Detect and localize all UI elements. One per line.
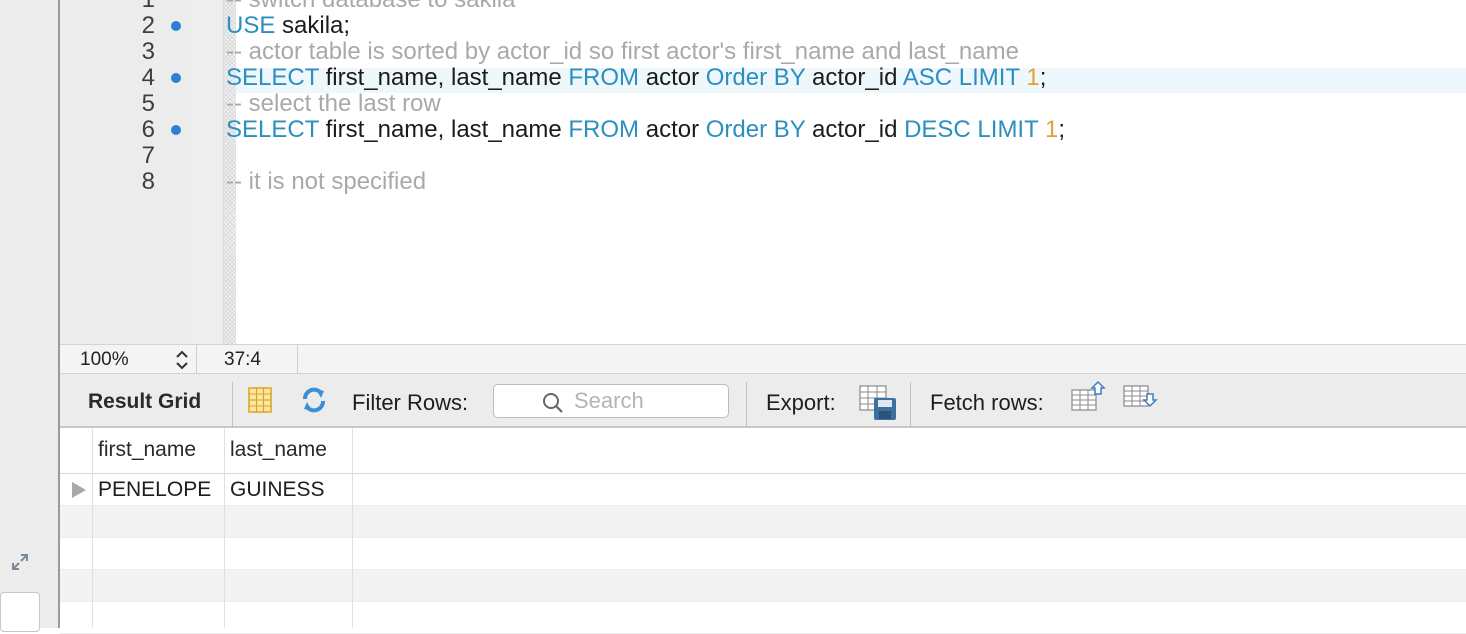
code-token-keyword: Order BY — [705, 116, 806, 143]
empty-row — [60, 602, 1466, 634]
export-label: Export: — [766, 390, 836, 415]
left-sidebar-strip — [0, 0, 60, 632]
line-number: 3 — [141, 38, 155, 65]
refresh-icon[interactable] — [298, 384, 330, 416]
editor-line[interactable]: 7 — [60, 143, 1466, 169]
editor-line[interactable]: 3 -- actor table is sorted by actor_id so… — [60, 39, 1466, 65]
code-text: -- actor table is sorted by actor_id so … — [226, 39, 1019, 65]
code-text: SELECT first_name, last_name FROM actor … — [226, 117, 1065, 143]
code-token-keyword: FROM — [568, 64, 640, 91]
code-token-keyword: Order BY — [705, 64, 806, 91]
editor-line[interactable]: 6 SELECT first_name, last_name FROM actor… — [60, 117, 1466, 143]
column-divider — [224, 428, 225, 628]
search-icon — [543, 393, 563, 413]
code-text: SELECT first_name, last_name FROM actor … — [226, 65, 1046, 91]
empty-row — [60, 538, 1466, 570]
status-divider — [196, 345, 197, 375]
line-number: 6 — [141, 116, 155, 143]
column-divider — [352, 428, 353, 628]
code-token-plain: actor_id — [805, 116, 905, 143]
grid-header: first_name last_name — [60, 428, 1466, 474]
statement-marker-icon[interactable] — [171, 125, 181, 135]
line-number: 4 — [141, 64, 155, 91]
code-token-number: 1 — [1026, 64, 1040, 91]
code-token-keyword: USE — [226, 12, 276, 39]
line-number: 7 — [141, 142, 155, 169]
code-token-plain: first_name, last_name — [318, 64, 569, 91]
result-toolbar: Result Grid Filter Rows: Export: Fetc — [60, 374, 1466, 428]
filter-search-input[interactable] — [574, 389, 724, 413]
code-token-keyword: FROM — [568, 116, 640, 143]
filter-search-box[interactable] — [493, 384, 729, 418]
code-token-comment: -- select the last row — [226, 90, 441, 117]
status-divider — [297, 345, 298, 375]
code-token-plain: ; — [1039, 64, 1047, 91]
filter-rows-label: Filter Rows: — [352, 390, 469, 415]
export-save-icon[interactable] — [858, 382, 898, 422]
line-number: 2 — [141, 12, 155, 39]
toolbar-divider — [232, 382, 233, 428]
code-token-plain: actor — [639, 64, 706, 91]
zoom-level[interactable]: 100% — [80, 349, 129, 371]
code-token-keyword: ASC LIMIT — [902, 64, 1020, 91]
code-token-comment: -- it is not specified — [226, 168, 427, 195]
code-token-plain: actor_id — [805, 64, 903, 91]
code-token-comment: -- actor table is sorted by actor_id so … — [226, 38, 1019, 65]
column-divider — [92, 428, 93, 628]
sidebar-panel-tab[interactable] — [0, 592, 40, 632]
code-text: -- select the last row — [226, 91, 441, 117]
line-number: 8 — [141, 168, 155, 195]
toolbar-divider — [746, 382, 747, 428]
expand-icon[interactable] — [10, 552, 30, 572]
code-text: -- it is not specified — [226, 169, 426, 195]
editor-line[interactable]: 4 SELECT first_name, last_name FROM actor… — [60, 65, 1466, 91]
empty-row — [60, 506, 1466, 538]
editor-line[interactable]: 8 -- it is not specified — [60, 169, 1466, 195]
fetch-rows-label: Fetch rows: — [930, 390, 1044, 415]
cursor-position: 37:4 — [224, 349, 261, 370]
cell-last-name[interactable]: GUINESS — [230, 478, 325, 502]
empty-row — [60, 570, 1466, 602]
table-row[interactable]: PENELOPE GUINESS — [60, 474, 1466, 506]
code-token-plain: actor — [639, 116, 706, 143]
result-grid-title: Result Grid — [88, 390, 202, 413]
toolbar-divider — [910, 382, 911, 428]
column-header-first-name[interactable]: first_name — [98, 438, 196, 462]
editor-line[interactable]: 2 USE sakila; — [60, 13, 1466, 39]
statement-marker-icon[interactable] — [171, 73, 181, 83]
column-layout-icon[interactable] — [244, 384, 276, 416]
zoom-stepper-icon[interactable] — [174, 348, 190, 372]
statement-marker-icon[interactable] — [171, 21, 181, 31]
code-token-keyword: SELECT — [226, 64, 319, 91]
code-token-plain: ; — [1058, 116, 1066, 143]
cell-first-name[interactable]: PENELOPE — [98, 478, 211, 502]
sql-editor[interactable]: 1-- switch database to sakila2USE sakila… — [60, 0, 1466, 344]
line-number: 1 — [60, 0, 155, 13]
result-grid[interactable]: first_name last_name PENELOPE GUINESS — [60, 428, 1466, 634]
fetch-next-rows-icon[interactable] — [1120, 380, 1160, 416]
code-token-plain: first_name, last_name — [318, 116, 569, 143]
code-token-number: 1 — [1045, 116, 1059, 143]
code-text: USE sakila; — [226, 13, 350, 39]
line-number: 5 — [141, 90, 155, 117]
code-token-keyword: DESC LIMIT — [904, 116, 1039, 143]
column-header-last-name[interactable]: last_name — [230, 438, 327, 462]
code-token-keyword: SELECT — [226, 116, 319, 143]
code-token-plain: sakila; — [275, 12, 351, 39]
editor-line[interactable]: 5 -- select the last row — [60, 91, 1466, 117]
editor-status-bar: 100% 37:4 — [60, 344, 1466, 375]
fetch-previous-rows-icon[interactable] — [1068, 380, 1108, 416]
row-pointer-icon — [72, 482, 86, 498]
